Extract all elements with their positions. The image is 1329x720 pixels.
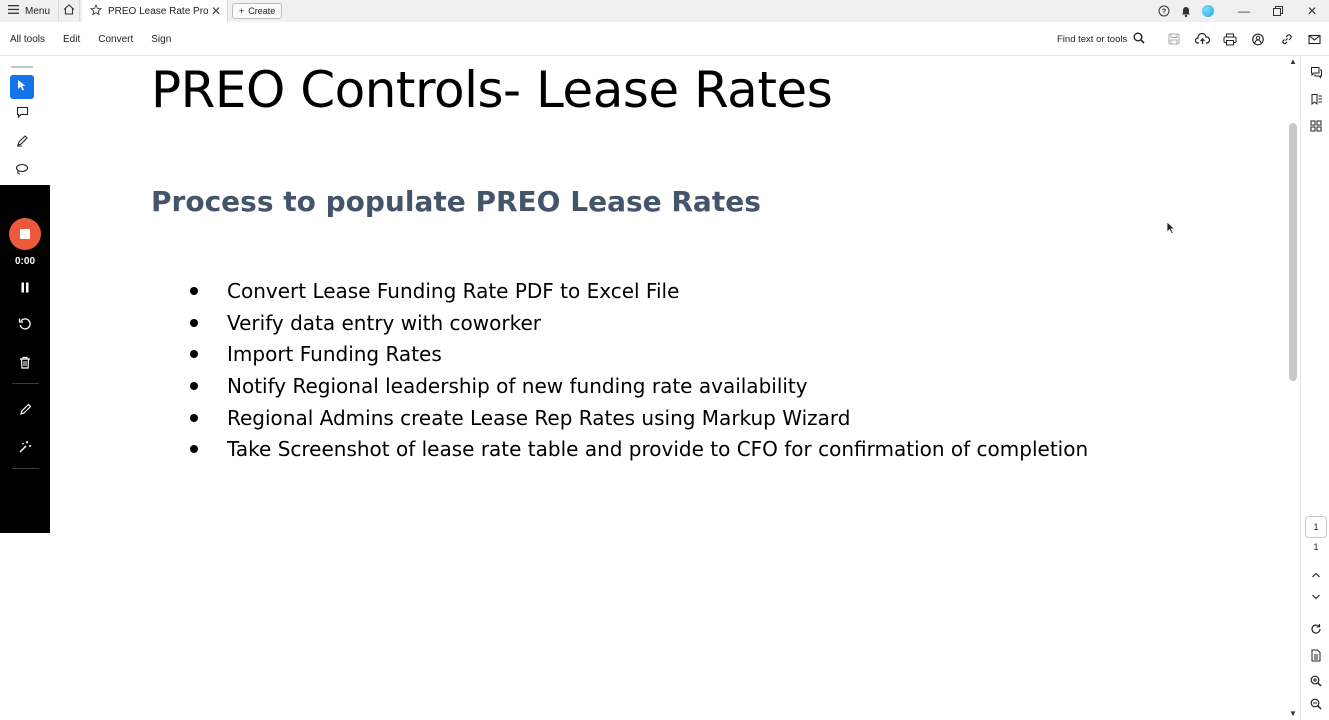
search-icon <box>1133 32 1145 47</box>
tab-title: PREO Lease Rate Proce... <box>108 5 208 17</box>
bullet-dot <box>190 350 198 359</box>
list-item: Regional Admins create Lease Rep Rates u… <box>190 402 1088 434</box>
menu-button[interactable]: Menu <box>8 0 50 22</box>
document-page: PREO Controls- Lease Rates Process to po… <box>50 57 1286 720</box>
close-window-icon[interactable]: ✕ <box>1295 4 1329 18</box>
bullet-dot <box>190 286 198 295</box>
link-icon[interactable] <box>1272 33 1300 46</box>
home-button[interactable] <box>58 0 80 22</box>
document-tab[interactable]: PREO Lease Rate Proce... ✕ <box>82 0 228 22</box>
list-item: Import Funding Rates <box>190 338 1088 370</box>
thumbnails-icon[interactable] <box>1305 115 1327 137</box>
page-title: PREO Controls- Lease Rates <box>151 61 833 119</box>
save-icon[interactable] <box>1160 33 1188 45</box>
recording-timer: 0:00 <box>14 256 35 267</box>
svg-text:?: ? <box>1162 7 1167 16</box>
scrollbar-thumb[interactable] <box>1289 123 1297 381</box>
bullet-dot <box>190 318 198 327</box>
lasso-icon <box>15 162 29 180</box>
print-icon[interactable] <box>1216 33 1244 46</box>
menu-convert[interactable]: Convert <box>98 34 133 45</box>
bookmarks-icon[interactable] <box>1305 88 1327 110</box>
restart-icon[interactable] <box>13 312 37 336</box>
vertical-scrollbar[interactable]: ▲ ▼ <box>1286 57 1300 720</box>
magic-wand-icon[interactable] <box>13 435 37 459</box>
previous-page-icon[interactable] <box>1305 564 1327 586</box>
highlight-tool-button[interactable] <box>10 131 34 155</box>
divider <box>12 383 39 384</box>
bullet-dot <box>190 445 198 454</box>
list-item-text: Take Screenshot of lease rate table and … <box>227 437 1089 462</box>
bullet-dot <box>190 413 198 422</box>
comment-tool-button[interactable] <box>10 103 34 127</box>
menu-label: Menu <box>25 5 51 17</box>
list-item: Notify Regional leadership of new fundin… <box>190 370 1088 402</box>
comments-icon[interactable] <box>1305 61 1327 83</box>
list-item-text: Import Funding Rates <box>227 342 442 367</box>
refresh-icon[interactable] <box>1305 618 1327 640</box>
list-item-text: Verify data entry with coworker <box>227 310 541 335</box>
cloud-upload-icon[interactable] <box>1188 33 1216 45</box>
pause-icon[interactable] <box>13 275 37 299</box>
avatar[interactable] <box>1197 5 1219 17</box>
delete-icon[interactable] <box>13 350 37 374</box>
find-label: Find text or tools <box>1057 33 1128 45</box>
find-text-or-tools[interactable]: Find text or tools <box>1057 22 1145 56</box>
comment-add-icon <box>16 106 29 124</box>
zoom-in-icon[interactable] <box>1305 670 1327 692</box>
menu-edit[interactable]: Edit <box>63 34 80 45</box>
title-bar: Menu PREO Lease Rate Proce... ✕ + Create… <box>0 0 1329 22</box>
drag-handle[interactable] <box>11 66 33 68</box>
mouse-pointer-icon <box>1166 221 1176 240</box>
quick-tools-strip <box>8 64 36 186</box>
menu-sign[interactable]: Sign <box>151 34 171 45</box>
email-icon[interactable] <box>1300 34 1328 45</box>
minimize-window-icon[interactable]: — <box>1227 4 1261 18</box>
pencil-icon[interactable] <box>13 397 37 421</box>
list-item: Take Screenshot of lease rate table and … <box>190 433 1088 465</box>
cursor-arrow-icon <box>17 78 27 96</box>
stop-icon <box>20 229 30 239</box>
home-icon <box>63 4 75 18</box>
screen-recorder-panel: 0:00 <box>0 185 50 533</box>
current-page-input[interactable]: 1 <box>1305 516 1327 538</box>
page-subtitle: Process to populate PREO Lease Rates <box>151 185 761 218</box>
share-people-icon[interactable] <box>1244 33 1272 46</box>
star-icon[interactable] <box>89 3 103 19</box>
divider <box>12 468 39 469</box>
total-pages: 1 <box>1313 542 1319 552</box>
next-page-icon[interactable] <box>1305 586 1327 608</box>
bullet-dot <box>190 381 198 390</box>
list-item-text: Convert Lease Funding Rate PDF to Excel … <box>227 278 680 303</box>
restore-window-icon[interactable] <box>1261 6 1295 16</box>
right-side-panel: 1 1 <box>1300 57 1329 720</box>
select-tool-button[interactable] <box>10 75 34 99</box>
scroll-up-icon[interactable]: ▲ <box>1286 57 1300 66</box>
menu-all-tools[interactable]: All tools <box>10 34 45 45</box>
plus-icon: + <box>239 6 245 16</box>
scroll-down-icon[interactable]: ▼ <box>1286 709 1300 718</box>
pen-icon <box>16 134 29 152</box>
zoom-out-icon[interactable] <box>1305 693 1327 715</box>
list-item-text: Notify Regional leadership of new fundin… <box>227 373 808 398</box>
list-item: Convert Lease Funding Rate PDF to Excel … <box>190 275 1088 307</box>
draw-tool-button[interactable] <box>10 159 34 183</box>
close-tab-icon[interactable]: ✕ <box>211 4 221 18</box>
create-label: Create <box>248 6 276 16</box>
menu-bar: All tools Edit Convert Sign Find text or… <box>0 22 1329 56</box>
hamburger-icon <box>8 5 19 17</box>
create-button[interactable]: + Create <box>232 3 283 19</box>
bullet-list: Convert Lease Funding Rate PDF to Excel … <box>190 275 1088 465</box>
help-icon[interactable]: ? <box>1153 5 1175 17</box>
page-document-icon[interactable] <box>1305 644 1327 666</box>
notification-bell-icon[interactable] <box>1175 5 1197 18</box>
stop-recording-button[interactable] <box>9 218 41 250</box>
list-item: Verify data entry with coworker <box>190 307 1088 339</box>
list-item-text: Regional Admins create Lease Rep Rates u… <box>227 405 851 430</box>
